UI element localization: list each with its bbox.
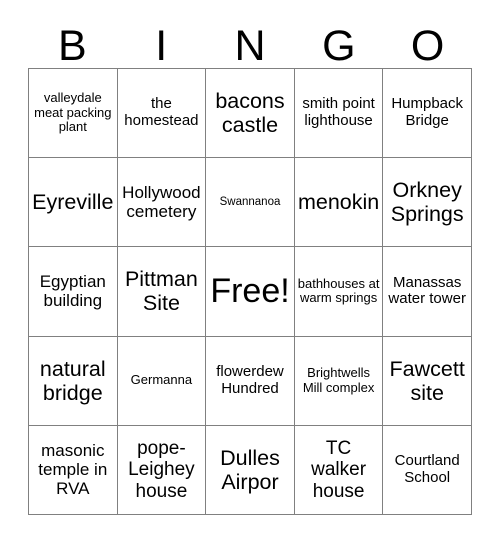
bingo-header-letter-0: B <box>58 22 87 70</box>
bingo-cell[interactable]: smith point lighthouse <box>294 69 384 159</box>
bingo-cell-label: menokin <box>297 190 380 215</box>
bingo-cell[interactable]: Germanna <box>117 336 207 426</box>
bingo-cell-label: masonic temple in RVA <box>38 441 108 499</box>
bingo-header-row: BINGO <box>28 18 472 68</box>
bingo-card: B I N G O valleydale meat packing plant the h… <box>0 0 500 544</box>
bingo-cell[interactable]: Swannanoa <box>206 158 295 248</box>
bingo-cell[interactable]: natural bridge <box>29 336 118 426</box>
bingo-cell[interactable]: Manassas water tower <box>383 247 472 337</box>
bingo-cell-label: Swannanoa <box>219 195 281 208</box>
bingo-cell-label: Free! <box>210 272 290 311</box>
bingo-grid: valleydale meat packing plant the homeste… <box>28 68 472 515</box>
bingo-cell-label: Dulles Airpor <box>220 445 280 494</box>
bingo-cell-label: Orkney Springs <box>390 178 464 227</box>
bingo-cell[interactable]: Eyreville <box>29 158 118 248</box>
bingo-cell[interactable]: the homestead <box>117 69 207 159</box>
bingo-cell-label: Hollywood cemetery <box>122 183 201 222</box>
bingo-header-letter-3: G <box>322 22 356 70</box>
bingo-cell-label: Pittman Site <box>124 267 198 316</box>
bingo-cell-label: Germanna <box>130 372 193 388</box>
bingo-cell-label: natural bridge <box>39 356 106 405</box>
bingo-cell[interactable]: TC walker house <box>294 425 384 515</box>
bingo-cell[interactable]: Orkney Springs <box>383 158 472 248</box>
bingo-header-letter-2: N <box>234 22 266 70</box>
bingo-cell-label: smith point lighthouse <box>302 95 375 130</box>
bingo-header-letter-4: O <box>410 22 445 70</box>
bingo-header-letter-1: I <box>155 22 168 70</box>
bingo-free-space[interactable]: Free! <box>206 247 295 337</box>
bingo-cell[interactable]: bathhouses at warm springs <box>294 247 384 337</box>
bingo-cell[interactable]: Pittman Site <box>117 247 207 337</box>
bingo-cell-label: Fawcett site <box>389 356 465 405</box>
bingo-cell-label: Brightwells Mill complex <box>302 365 375 395</box>
bingo-cell[interactable]: Egyptian building <box>29 247 118 337</box>
bingo-cell[interactable]: masonic temple in RVA <box>29 425 118 515</box>
bingo-cell-label: Manassas water tower <box>388 273 466 308</box>
bingo-cell-label: flowerdew Hundred <box>216 362 284 397</box>
bingo-cell-label: Humpback Bridge <box>391 95 464 130</box>
bingo-cell-label: TC walker house <box>311 437 367 502</box>
bingo-cell[interactable]: flowerdew Hundred <box>206 336 295 426</box>
bingo-cell-label: Egyptian building <box>39 272 106 311</box>
bingo-cell[interactable]: Brightwells Mill complex <box>294 336 384 426</box>
bingo-cell[interactable]: pope-Leighey house <box>117 425 207 515</box>
bingo-cell[interactable]: Humpback Bridge <box>383 69 472 159</box>
bingo-cell[interactable]: Dulles Airpor <box>206 425 295 515</box>
bingo-cell-label: Courtland School <box>394 452 460 486</box>
bingo-cell[interactable]: bacons castle <box>206 69 295 159</box>
bingo-cell-label: valleydale meat packing plant <box>34 90 112 135</box>
bingo-cell[interactable]: valleydale meat packing plant <box>29 69 118 159</box>
bingo-cell-label: bacons castle <box>215 89 285 138</box>
bingo-cell-label: bathhouses at warm springs <box>297 275 380 306</box>
bingo-cell[interactable]: Fawcett site <box>383 336 472 426</box>
bingo-cell-label: Eyreville <box>32 190 114 215</box>
bingo-cell[interactable]: menokin <box>294 158 384 248</box>
bingo-cell[interactable]: Hollywood cemetery <box>117 158 207 248</box>
bingo-cell[interactable]: Courtland School <box>383 425 472 515</box>
bingo-cell-label: the homestead <box>124 95 199 130</box>
bingo-cell-label: pope-Leighey house <box>128 437 195 502</box>
